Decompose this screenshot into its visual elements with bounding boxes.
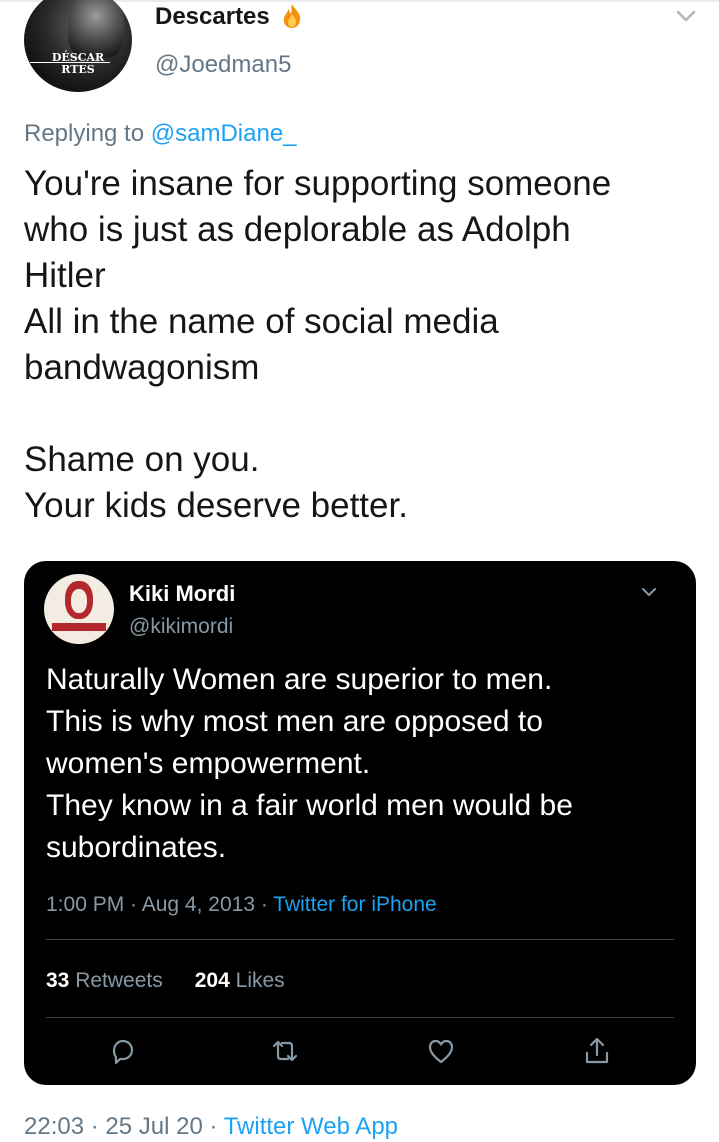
quote-author-avatar[interactable] [44, 574, 114, 644]
tweet-source-link[interactable]: Twitter Web App [224, 1113, 398, 1140]
quote-author-handle[interactable]: @kikimordi [129, 615, 233, 639]
tweet-text: You're insane for supporting someone who… [24, 164, 612, 525]
author-handle[interactable]: @Joedman5 [155, 51, 291, 79]
retweets-stat[interactable]: 33 Retweets [46, 969, 163, 992]
retweets-count: 33 [46, 969, 70, 992]
fire-icon [283, 4, 301, 28]
quoted-tweet-card[interactable]: Kiki Mordi @kikimordi Naturally Women ar… [24, 561, 696, 1085]
lion-image [68, 0, 124, 58]
retweets-label: Retweets [75, 969, 163, 992]
meta-separator: · [255, 893, 274, 916]
quote-chevron-down-icon[interactable] [638, 585, 660, 601]
share-icon[interactable] [582, 1036, 612, 1066]
timestamp-separator: · [202, 1113, 224, 1140]
likes-count: 204 [194, 969, 230, 992]
tweet-time: 22:03 [24, 1113, 85, 1140]
likes-stat[interactable]: 204 Likes [195, 969, 285, 992]
avatar-logo-text: DÉSCAR RTES [51, 51, 105, 76]
quote-divider-top [46, 939, 674, 940]
author-avatar[interactable]: DÉSCAR RTES [24, 0, 132, 92]
chevron-down-icon[interactable] [672, 6, 700, 26]
quote-source-link[interactable]: Twitter for iPhone [273, 893, 436, 916]
avatar-banner [52, 623, 106, 631]
author-display-name[interactable]: Descartes [155, 3, 270, 31]
quote-date: Aug 4, 2013 [141, 893, 255, 916]
reply-icon[interactable] [108, 1036, 138, 1066]
quote-stats: 33 Retweets 204 Likes [46, 969, 285, 993]
quote-time: 1:00 PM [46, 893, 125, 916]
like-icon[interactable] [426, 1036, 456, 1066]
meta-separator: · [124, 893, 142, 916]
quote-action-bar [24, 1036, 696, 1068]
quote-author-name[interactable]: Kiki Mordi [129, 581, 235, 607]
avatar-face-inner [71, 589, 87, 613]
replying-prefix: Replying to [24, 120, 151, 147]
quote-divider-bottom [46, 1017, 674, 1018]
reply-mention-link[interactable]: @samDiane_ [151, 120, 297, 147]
timestamp-separator: · [84, 1113, 106, 1140]
quote-meta: 1:00 PM · Aug 4, 2013 · Twitter for iPho… [46, 893, 437, 917]
tweet-timestamp: 22:03 · 25 Jul 20 · Twitter Web App [24, 1113, 398, 1141]
likes-label: Likes [235, 969, 285, 992]
tweet-date: 25 Jul 20 [105, 1113, 203, 1140]
replying-to: Replying to @samDiane_ [24, 120, 297, 148]
retweet-icon[interactable] [270, 1036, 300, 1066]
quote-text: Naturally Women are superior to men. Thi… [46, 663, 573, 864]
